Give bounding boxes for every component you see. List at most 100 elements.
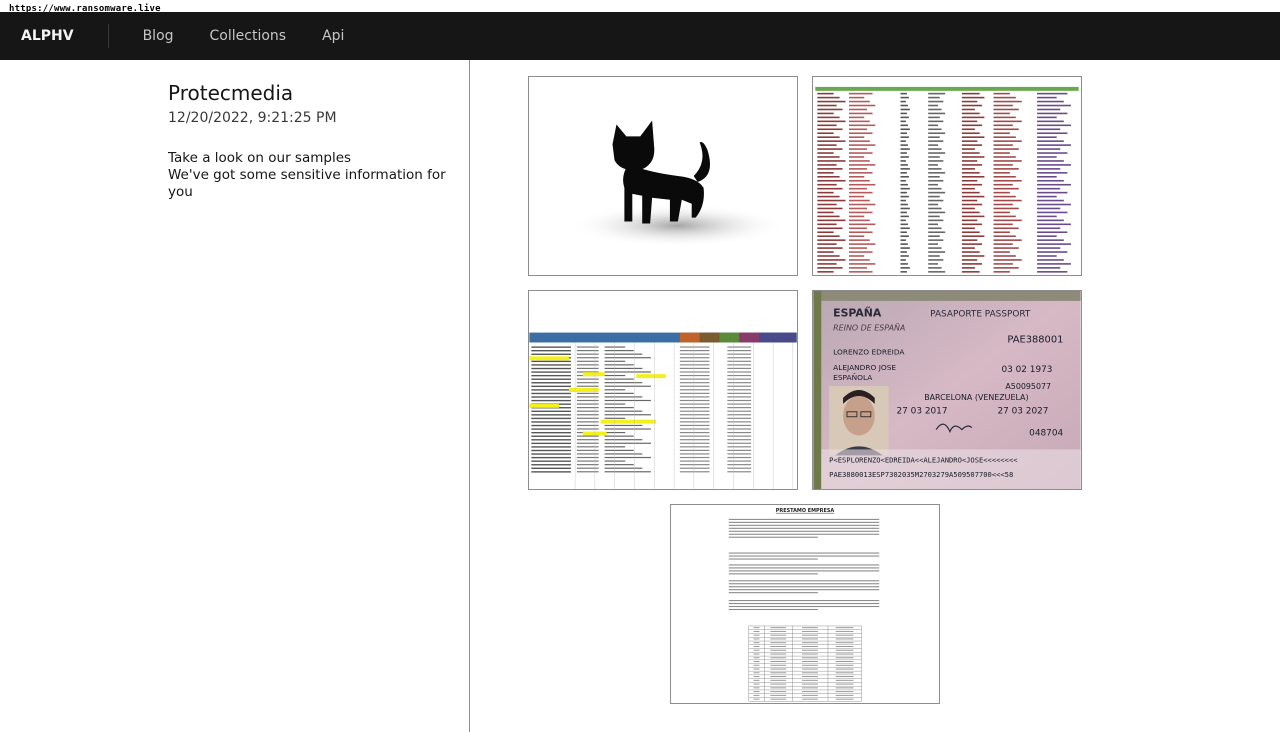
- ledger-cell-mark: [576, 449, 599, 451]
- sheet-cell-mark: [928, 223, 938, 226]
- sheet-cell-mark: [848, 187, 868, 190]
- sheet-cell-mark: [900, 251, 907, 253]
- sheet-cell-mark: [817, 136, 840, 138]
- sheet-cell-mark: [1037, 251, 1068, 253]
- sheet-cell-mark: [1037, 160, 1064, 162]
- sheet-cell-mark: [848, 152, 873, 154]
- doc-text-line: [728, 567, 880, 569]
- sheet-cell-mark: [900, 179, 906, 182]
- sheet-cell-mark: [1037, 104, 1071, 107]
- ledger-cell-mark: [679, 424, 710, 427]
- sheet-cell-mark: [900, 243, 908, 245]
- sheet-cell-mark: [1037, 195, 1057, 198]
- doc-table-cell-mark: [835, 664, 854, 666]
- ledger-cell-mark: [576, 417, 599, 419]
- ledger-cell-mark: [727, 364, 752, 366]
- sheet-cell-mark: [900, 247, 910, 249]
- ledger-cell-mark: [727, 407, 752, 409]
- doc-table-cell-mark: [770, 687, 787, 689]
- doc-table-cell-mark: [753, 653, 760, 655]
- ledger-cell-mark: [604, 410, 643, 412]
- sheet-cell-mark: [961, 211, 980, 214]
- ledger-cell-mark: [679, 346, 710, 348]
- sample-image-loan-document[interactable]: PRESTAMO EMPRESA: [670, 504, 940, 704]
- sheet-cell-mark: [817, 140, 846, 142]
- sheet-cell-mark: [961, 199, 978, 202]
- ledger-cell-mark: [727, 389, 752, 391]
- sheet-cell-mark: [848, 243, 876, 245]
- sheet-cell-mark: [961, 191, 980, 194]
- ledger-cell-mark: [679, 464, 710, 466]
- ledger-cell-mark: [604, 385, 651, 387]
- doc-table-cell-mark: [835, 679, 854, 681]
- sheet-cell-mark: [928, 203, 938, 206]
- sheet-cell-mark: [1037, 148, 1061, 150]
- sheet-cell-mark: [817, 219, 846, 222]
- sheet-cell-mark: [900, 255, 909, 257]
- passport-doc-type: PASAPORTE PASSPORT: [930, 310, 1031, 320]
- doc-table-cell-mark: [835, 694, 854, 696]
- sheet-cell-mark: [1037, 164, 1071, 166]
- sheet-cell-mark: [900, 160, 906, 162]
- ledger-cell-mark: [679, 439, 710, 441]
- sheet-cell-mark: [993, 219, 1022, 222]
- ledger-cell-mark: [679, 449, 710, 451]
- ledger-cell-mark: [531, 453, 571, 455]
- sheet-cell-mark: [993, 132, 1010, 135]
- nav-item-api[interactable]: Api: [304, 12, 362, 60]
- sheet-cell-mark: [1037, 199, 1064, 202]
- sheet-cell-mark: [900, 239, 906, 241]
- ledger-cell-mark: [679, 396, 710, 398]
- doc-table-cell-mark: [770, 645, 787, 647]
- doc-table-cell-mark: [753, 661, 760, 663]
- sheet-cell-mark: [928, 243, 938, 245]
- sample-image-ledger[interactable]: [528, 290, 798, 490]
- sheet-cell-mark: [848, 239, 870, 241]
- sheet-cell-mark: [961, 259, 978, 261]
- doc-text-line: [728, 564, 880, 566]
- sheet-cell-mark: [1037, 116, 1057, 119]
- sheet-cell-mark: [993, 199, 1022, 202]
- sheet-cell-mark: [900, 231, 907, 234]
- sample-image-cat-logo[interactable]: [528, 76, 798, 276]
- sheet-cell-mark: [928, 179, 944, 182]
- ledger-cell-mark: [604, 442, 651, 444]
- sheet-cell-mark: [900, 96, 909, 99]
- sheet-cell-mark: [900, 168, 910, 170]
- sample-image-contact-sheet[interactable]: [812, 76, 1082, 276]
- sheet-cell-mark: [961, 152, 980, 154]
- nav-item-collections[interactable]: Collections: [192, 12, 305, 60]
- ledger-cell-mark: [604, 353, 643, 355]
- ledger-cell-mark: [604, 435, 634, 437]
- sheet-cell-mark: [848, 207, 868, 210]
- sheet-cell-mark: [961, 100, 978, 103]
- ledger-cell-mark: [576, 396, 599, 398]
- sheet-cell-mark: [817, 227, 843, 230]
- sheet-cell-mark: [900, 187, 910, 190]
- sheet-cell-mark: [993, 140, 1022, 142]
- sheet-cell-mark: [848, 199, 870, 202]
- nav-item-blog[interactable]: Blog: [125, 12, 192, 60]
- sheet-cell-mark: [961, 267, 975, 269]
- sheet-cell-mark: [848, 247, 868, 249]
- ledger-cell-mark: [604, 396, 643, 398]
- ledger-cell-mark: [727, 374, 752, 377]
- sheet-cell-mark: [848, 92, 873, 95]
- spreadsheet-image: [813, 77, 1081, 275]
- sheet-cell-mark: [928, 160, 944, 162]
- ledger-cell-mark: [531, 471, 571, 473]
- sheet-cell-mark: [900, 195, 909, 198]
- sample-image-passport[interactable]: ESPAÑA PASAPORTE PASSPORT REINO DE ESPAÑ…: [812, 290, 1082, 490]
- doc-table-cell-mark: [835, 653, 854, 655]
- sheet-cell-mark: [817, 235, 840, 237]
- sheet-cell-mark: [848, 124, 876, 127]
- passport-kingdom: REINO DE ESPAÑA: [833, 323, 905, 333]
- ledger-cell-mark: [576, 421, 599, 423]
- doc-table-cell-mark: [753, 645, 760, 647]
- sheet-cell-mark: [817, 211, 834, 214]
- sheet-cell-mark: [900, 120, 906, 123]
- sheet-cell-mark: [928, 132, 946, 135]
- sheet-cell-mark: [848, 160, 870, 162]
- url-strip: https://www.ransomware.live: [0, 0, 1280, 14]
- brand-logo[interactable]: ALPHV: [0, 12, 108, 60]
